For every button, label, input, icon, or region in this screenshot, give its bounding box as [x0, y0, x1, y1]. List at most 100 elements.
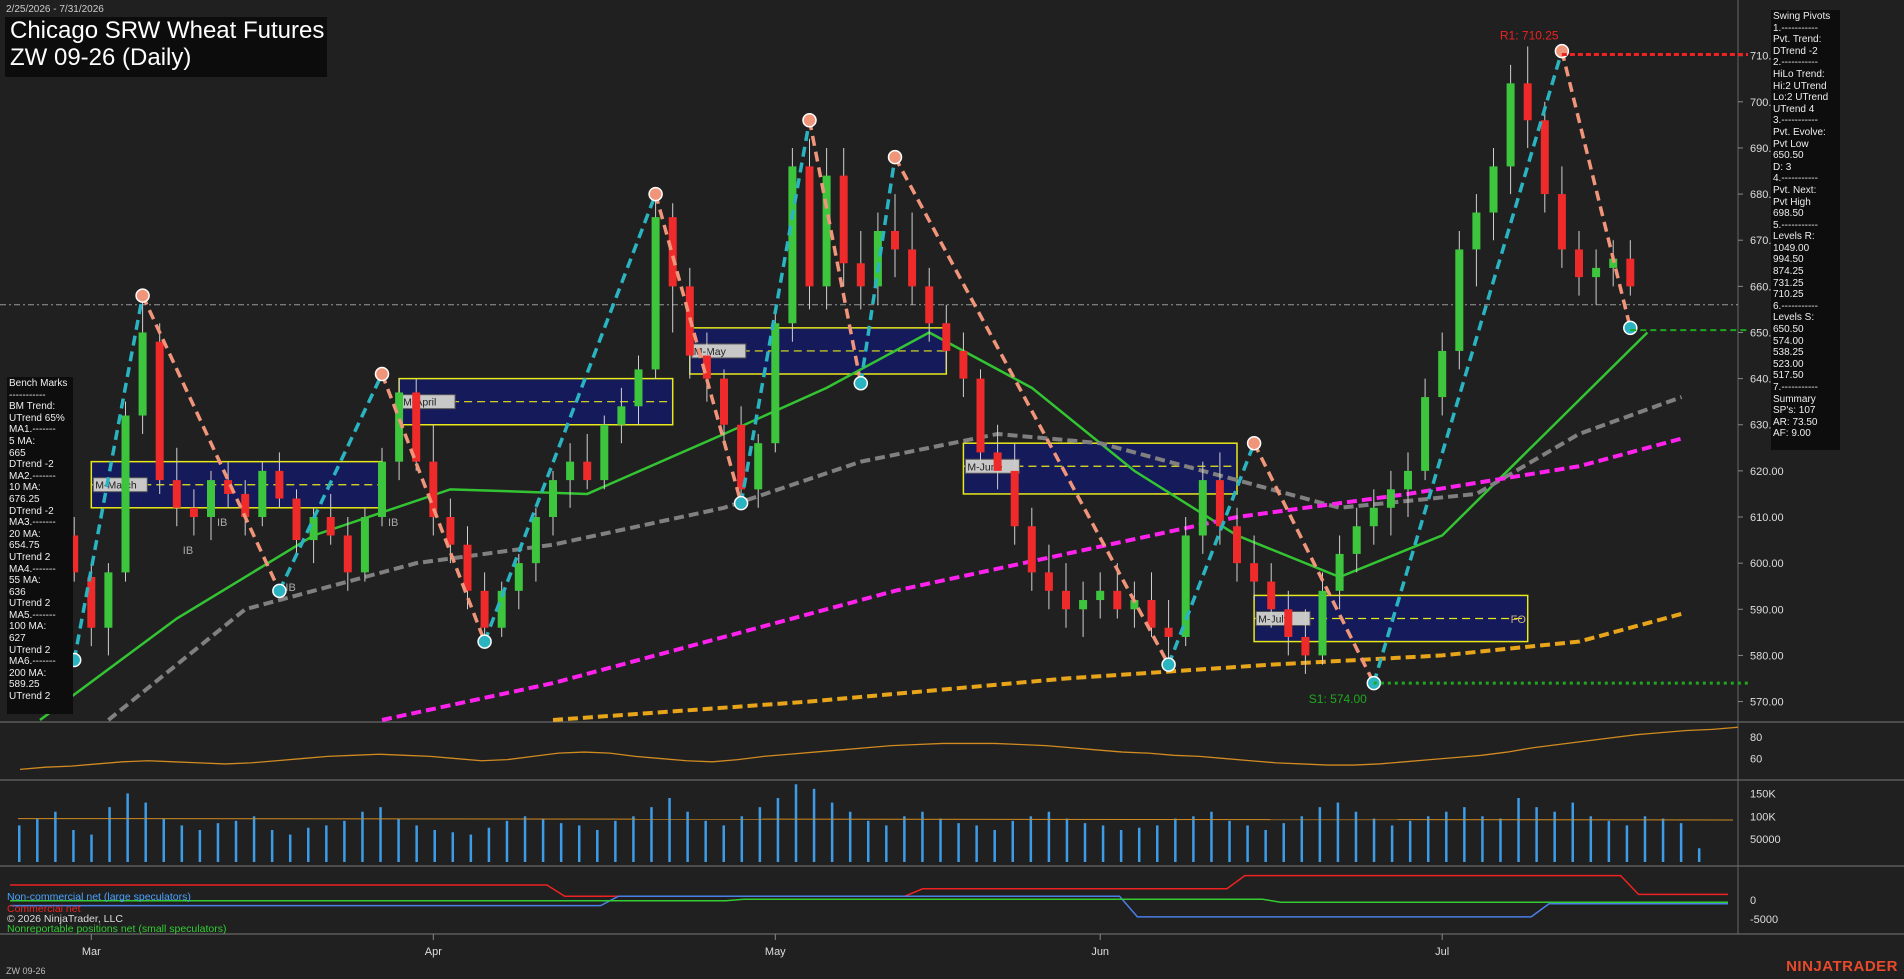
candle-body: [873, 230, 882, 287]
s1-label: S1: 574.00: [1309, 692, 1367, 706]
volume-bar: [993, 830, 996, 862]
volume-bar: [1119, 830, 1123, 862]
volume-bar: [1589, 816, 1593, 862]
candle-body: [754, 443, 763, 490]
bench-panel-line: 665: [9, 447, 26, 459]
swing-panel-line: Levels R:: [1773, 231, 1815, 243]
volume-bar: [523, 816, 527, 862]
volume-bar: [1499, 818, 1502, 862]
volume-bar: [939, 818, 942, 862]
month-label: Jul: [1435, 946, 1449, 958]
swing-panel-line: 650.50: [1773, 324, 1804, 336]
volume-bar: [505, 820, 509, 862]
candle-body: [788, 166, 797, 324]
oscillator-line: [19, 726, 1739, 771]
price-tick-label: 570.00: [1750, 697, 1784, 709]
candle-body: [1010, 470, 1019, 527]
swing-point: [1246, 435, 1262, 451]
candle-body: [1164, 627, 1173, 637]
swing-panel-line: 698.50: [1773, 208, 1804, 220]
candle-body: [1250, 563, 1259, 582]
bench-panel-line: MA1.-------: [9, 424, 56, 436]
cot-line: [10, 898, 1728, 903]
volume-bar: [577, 825, 581, 862]
volume-bar: [632, 816, 635, 862]
volume-bar: [1517, 798, 1520, 862]
volume-bar: [596, 830, 599, 862]
swing-panel-line: AF: 9.00: [1773, 428, 1811, 440]
volume-bar: [433, 830, 436, 862]
swing-point: [1623, 320, 1638, 336]
volume-bar: [1318, 807, 1322, 862]
candle-body: [378, 461, 386, 518]
volume-bar: [451, 832, 455, 862]
bench-panel-line: 5 MA:: [9, 435, 36, 447]
price-chart[interactable]: 570.00580.00590.00600.00610.00620.00630.…: [0, 0, 1904, 979]
candle-body: [1489, 166, 1498, 213]
candle-body: [1540, 120, 1549, 195]
volume-bar: [1192, 816, 1195, 862]
candle-body: [1096, 590, 1105, 601]
swing-panel-line: Pvt. Trend:: [1773, 34, 1822, 46]
volume-bar: [397, 818, 400, 862]
volume-bar: [325, 825, 328, 862]
volume-bar: [957, 823, 960, 862]
candle-body: [566, 461, 575, 481]
bench-panel-line: UTrend 2: [9, 644, 51, 656]
price-tick-label: 620.00: [1750, 466, 1784, 478]
candle-body: [839, 175, 848, 264]
candle-body: [1455, 249, 1464, 351]
candle-body: [856, 263, 865, 287]
candle-body: [1215, 480, 1224, 527]
cot-line: [10, 874, 1728, 897]
candle-body: [1027, 526, 1036, 573]
candle-body: [1352, 526, 1361, 554]
swing-panel-line: HiLo Trend:: [1773, 68, 1825, 80]
candle-body: [1575, 249, 1583, 278]
swing-panel-line: AR: 73.50: [1773, 416, 1818, 428]
price-tick-label: 590.00: [1750, 604, 1784, 616]
swing-panel-line: SP's: 107: [1773, 405, 1816, 417]
bench-panel-line: -----------: [9, 389, 46, 401]
swing-line: [1372, 50, 1564, 684]
bench-panel-line: MA4.-------: [9, 563, 56, 575]
bench-panel-line: DTrend -2: [9, 459, 54, 471]
volume-bar: [1264, 830, 1267, 862]
candle-body: [891, 230, 899, 250]
volume-bar: [198, 830, 202, 862]
volume-bar: [867, 820, 870, 862]
swing-pivots-panel: Swing Pivots 1.----------- Pvt. Trend: DTre…: [1771, 10, 1840, 450]
chart-title: Chicago SRW Wheat Futures: [10, 17, 325, 44]
volume-bar: [1535, 807, 1538, 862]
swing-line: [1252, 442, 1376, 684]
candle-body: [617, 406, 626, 425]
bench-panel-line: UTrend 2: [9, 551, 51, 563]
month-label: Jun: [1091, 946, 1109, 958]
month-label: Mar: [82, 946, 101, 958]
candle-body: [651, 217, 660, 370]
candle-body: [463, 544, 472, 591]
volume-bar: [90, 834, 93, 862]
cot-tick-label: 0: [1750, 895, 1756, 907]
volume-bar: [307, 827, 310, 862]
ib-label: IB: [285, 582, 295, 594]
swing-panel-line: Hi:2 UTrend: [1773, 80, 1827, 92]
volume-bar: [54, 811, 57, 862]
volume-bar: [1607, 820, 1611, 862]
candle-body: [1079, 600, 1088, 610]
candle-body: [925, 286, 934, 324]
candle-body: [292, 498, 301, 541]
candle-body: [1113, 590, 1122, 610]
swing-panel-line: DTrend -2: [1773, 45, 1818, 57]
bench-panel-line: MA5.-------: [9, 609, 56, 621]
volume-bar: [1336, 802, 1340, 862]
candle-body: [583, 461, 592, 481]
volume-bar: [216, 823, 220, 862]
candle-body: [993, 452, 1002, 471]
swing-panel-line: 1049.00: [1773, 242, 1810, 254]
swing-panel-line: 523.00: [1773, 358, 1804, 370]
osc-tick-label: 80: [1750, 732, 1762, 744]
volume-bar: [885, 825, 888, 862]
price-tick-label: 610.00: [1750, 512, 1784, 524]
swing-point: [477, 634, 492, 649]
